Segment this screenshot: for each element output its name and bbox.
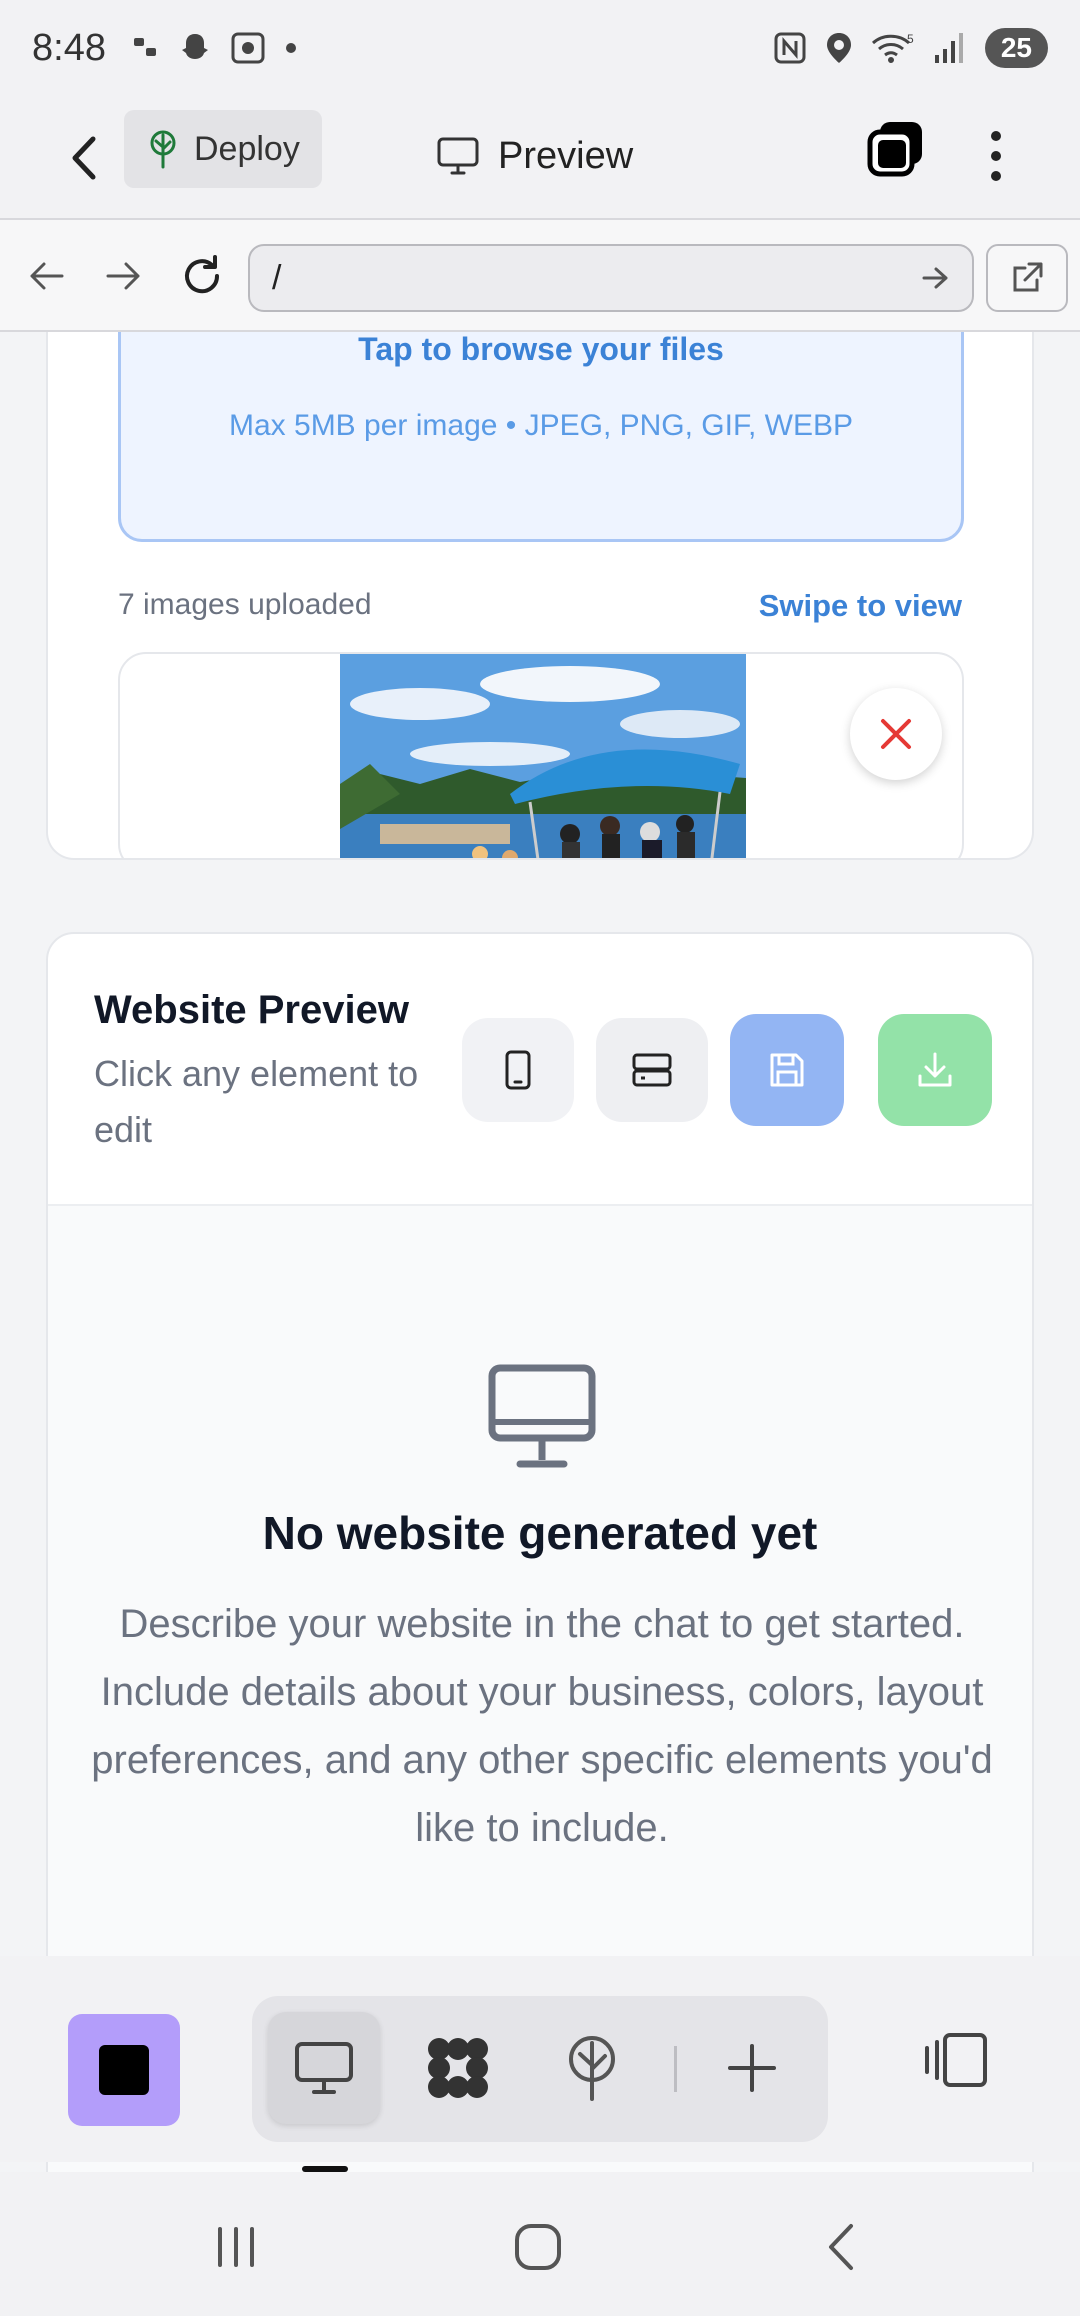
snapchat-icon bbox=[181, 34, 208, 59]
tabs-icon bbox=[867, 122, 922, 177]
browse-files-text[interactable]: Tap to browse your files bbox=[121, 332, 961, 368]
signal-icon bbox=[934, 33, 963, 63]
deploy-button[interactable]: Deploy bbox=[124, 110, 322, 188]
status-time: 8:48 bbox=[32, 26, 106, 69]
website-preview-title: Website Preview bbox=[94, 988, 409, 1032]
grid-blob-icon bbox=[428, 2038, 488, 2098]
screenshot-icon bbox=[231, 32, 265, 64]
toolbar-separator bbox=[674, 2046, 677, 2092]
status-bar: 8:48 5 25 bbox=[0, 0, 1080, 96]
tablet-view-button[interactable] bbox=[596, 1018, 708, 1122]
home-icon bbox=[515, 2224, 561, 2270]
open-external-button[interactable] bbox=[986, 244, 1068, 312]
download-icon bbox=[918, 1052, 952, 1087]
location-icon bbox=[826, 33, 851, 63]
monitor-icon bbox=[488, 1364, 596, 1468]
more-options-button[interactable] bbox=[968, 118, 1024, 194]
system-back-button[interactable] bbox=[800, 2212, 880, 2282]
image-upload-card: Tap to browse your files Max 5MB per ima… bbox=[46, 332, 1034, 860]
project-button[interactable] bbox=[68, 2014, 180, 2126]
dot-icon bbox=[285, 43, 296, 53]
recent-apps-button[interactable] bbox=[196, 2212, 276, 2282]
notification-icons bbox=[132, 31, 298, 65]
remove-image-button[interactable] bbox=[850, 688, 942, 780]
download-button[interactable] bbox=[878, 1014, 992, 1126]
empty-state-description: Describe your website in the chat to get… bbox=[91, 1602, 993, 1850]
uploaded-count: 7 images uploaded bbox=[118, 588, 372, 621]
browser-back-button[interactable] bbox=[16, 246, 76, 306]
apps-view-button[interactable] bbox=[402, 2012, 514, 2124]
chevron-left-icon bbox=[829, 2224, 853, 2270]
arrow-left-icon bbox=[30, 262, 64, 290]
plus-icon bbox=[728, 2044, 776, 2092]
arrow-right-icon bbox=[106, 262, 140, 290]
preview-tab-title[interactable]: Preview bbox=[436, 118, 633, 194]
browser-url-bar: / bbox=[0, 220, 1080, 332]
add-button[interactable] bbox=[696, 2012, 808, 2124]
save-button[interactable] bbox=[730, 1014, 844, 1126]
save-icon bbox=[770, 1053, 804, 1087]
tree-icon bbox=[150, 130, 176, 169]
close-icon bbox=[881, 719, 911, 749]
app-bar: Deploy Preview bbox=[0, 96, 1080, 220]
slack-like-icon bbox=[133, 38, 156, 56]
website-preview-subtitle: Click any element to edit bbox=[94, 1053, 419, 1150]
monitor-icon bbox=[295, 2042, 353, 2094]
smartphone-icon bbox=[505, 1050, 531, 1090]
external-link-icon bbox=[1013, 262, 1043, 292]
preview-view-button[interactable] bbox=[268, 2012, 380, 2124]
file-dropzone[interactable]: Tap to browse your files Max 5MB per ima… bbox=[118, 332, 964, 542]
go-arrow-icon[interactable] bbox=[922, 266, 950, 290]
swipe-to-view-link[interactable]: Swipe to view bbox=[759, 588, 962, 624]
refresh-icon bbox=[185, 255, 220, 294]
battery-indicator: 25 bbox=[984, 28, 1048, 68]
tree-icon bbox=[569, 2036, 615, 2101]
nfc-icon bbox=[774, 32, 806, 64]
browser-forward-button[interactable] bbox=[94, 246, 154, 306]
tabs-button[interactable] bbox=[866, 118, 926, 190]
back-button[interactable] bbox=[56, 120, 112, 196]
uploaded-image-tile[interactable] bbox=[118, 652, 964, 858]
home-button[interactable] bbox=[498, 2212, 578, 2282]
uploaded-photo bbox=[340, 654, 746, 858]
wifi-icon: 5 bbox=[871, 32, 914, 63]
recents-icon bbox=[218, 2227, 254, 2267]
chevron-left-icon bbox=[72, 136, 96, 180]
url-input[interactable]: / bbox=[248, 244, 974, 312]
bottom-toolbar bbox=[0, 1956, 1080, 2172]
system-navigation-bar bbox=[0, 2172, 1080, 2316]
reload-button[interactable] bbox=[172, 246, 232, 306]
system-icons: 5 25 bbox=[773, 28, 1048, 68]
mobile-view-button[interactable] bbox=[462, 1018, 574, 1122]
preview-title-label: Preview bbox=[498, 134, 634, 177]
deploy-view-button[interactable] bbox=[536, 2012, 648, 2124]
empty-state-title: No website generated yet bbox=[262, 1507, 818, 1559]
tablet-icon bbox=[632, 1053, 672, 1087]
deploy-label: Deploy bbox=[194, 129, 300, 168]
view-switcher bbox=[252, 1996, 828, 2142]
panels-icon bbox=[925, 2033, 987, 2087]
upload-limits-text: Max 5MB per image • JPEG, PNG, GIF, WEBP bbox=[229, 409, 853, 442]
panels-button[interactable] bbox=[912, 2014, 1000, 2106]
more-vertical-icon bbox=[991, 131, 1001, 181]
project-square-icon bbox=[99, 2045, 149, 2095]
svg-text:5: 5 bbox=[907, 32, 914, 46]
url-text: / bbox=[272, 258, 282, 297]
monitor-icon bbox=[437, 137, 479, 175]
